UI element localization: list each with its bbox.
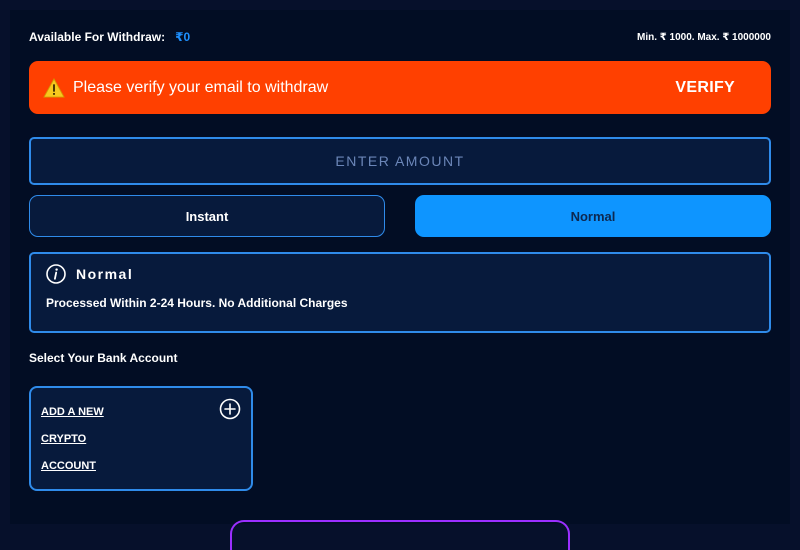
withdraw-submit-button[interactable]: [230, 520, 570, 550]
banner-message: Please verify your email to withdraw: [73, 78, 329, 96]
add-account-line-1: ADD A NEW: [41, 406, 104, 418]
plus-circle-icon[interactable]: [219, 398, 241, 420]
info-description: Processed Within 2-24 Hours. No Addition…: [46, 296, 348, 310]
withdraw-limits: Min. ₹ 1000. Max. ₹ 1000000: [637, 31, 771, 43]
normal-button[interactable]: Normal: [415, 195, 771, 237]
withdraw-mode-selector: Instant Normal: [29, 195, 771, 237]
add-account-line-3: ACCOUNT: [41, 460, 96, 472]
info-header: Normal: [46, 264, 754, 284]
instant-button[interactable]: Instant: [29, 195, 385, 237]
verify-button[interactable]: VERIFY: [675, 79, 735, 97]
add-account-line-2: CRYPTO: [41, 433, 87, 445]
amount-field: [29, 137, 771, 185]
mode-info-box: Normal Processed Within 2-24 Hours. No A…: [29, 252, 771, 333]
warning-icon: [43, 77, 65, 98]
verify-email-banner: Please verify your email to withdraw VER…: [29, 61, 771, 114]
available-amount: ₹0: [175, 30, 191, 44]
info-title: Normal: [76, 266, 134, 282]
available-balance: Available For Withdraw: ₹0: [29, 30, 190, 44]
available-label: Available For Withdraw:: [29, 30, 166, 44]
bank-section-label: Select Your Bank Account: [29, 351, 178, 365]
withdraw-panel: Available For Withdraw: ₹0 Min. ₹ 1000. …: [10, 10, 790, 550]
withdraw-header: Available For Withdraw: ₹0 Min. ₹ 1000. …: [29, 30, 771, 44]
amount-input[interactable]: [31, 139, 769, 183]
add-crypto-account-card[interactable]: ADD A NEW CRYPTO ACCOUNT: [29, 386, 253, 491]
info-icon: [46, 264, 66, 284]
